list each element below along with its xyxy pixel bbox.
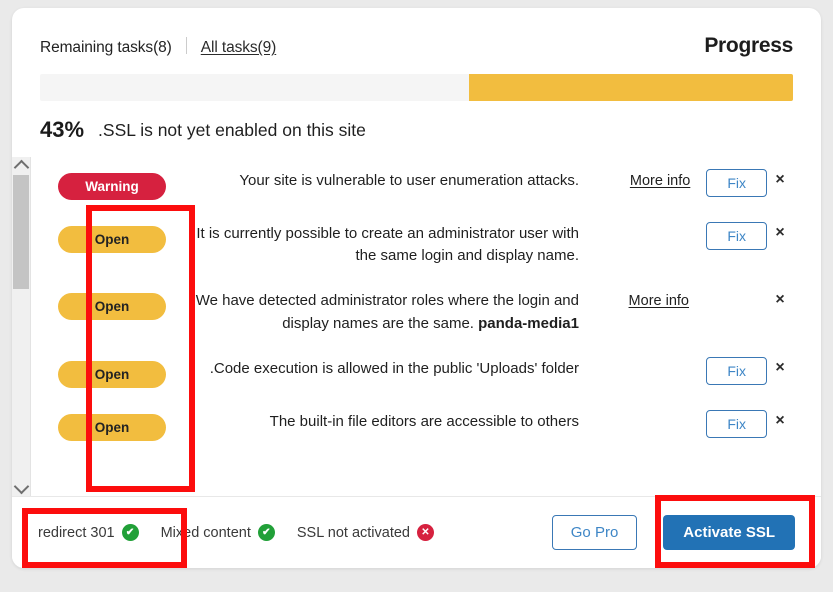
ssl-status-list: redirect 301 ✔ Mixed content ✔ SSL not activ… [38, 524, 434, 541]
check-circle-icon: ✔ [257, 524, 275, 541]
task-status-cell: Warning [49, 167, 175, 200]
task-actions: More info [595, 287, 767, 309]
status-badge[interactable]: Open [58, 360, 166, 388]
check-circle-icon: ✔ [121, 524, 139, 541]
dismiss-task-icon[interactable]: × [767, 220, 793, 242]
ssl-status-item: Mixed content ✔ [161, 524, 275, 541]
dismiss-task-icon[interactable]: × [767, 287, 793, 309]
card-footer: redirect 301 ✔ Mixed content ✔ SSL not activ… [12, 496, 821, 568]
status-badge[interactable]: Open [58, 226, 166, 253]
task-tabs: Remaining tasks(8) All tasks(9) [40, 35, 276, 57]
task-description: We have detected administrator roles whe… [195, 292, 579, 332]
task-description: Your site is vulnerable to user enumerat… [239, 172, 579, 189]
tab-divider [185, 37, 187, 54]
task-row: × More info We have detected administrator… [31, 277, 821, 344]
ssl-status-label: SSL not activated [296, 524, 410, 541]
fix-button[interactable]: Fix [706, 222, 767, 250]
task-list-scrollbar[interactable] [12, 157, 31, 496]
task-actions: Fix [595, 220, 767, 250]
card-header: Remaining tasks(8) All tasks(9) Progress [12, 8, 821, 58]
progress-bar-wrapper [12, 58, 821, 101]
status-badge[interactable]: Open [58, 413, 166, 441]
task-description: .Code execution is allowed in the public… [209, 359, 579, 377]
app-root: Remaining tasks(8) All tasks(9) Progress… [0, 0, 833, 592]
task-actions: Fix [595, 355, 767, 385]
fix-button[interactable]: Fix [706, 409, 767, 438]
progress-percent: 43% [40, 117, 85, 142]
tab-all-tasks[interactable]: All tasks(9) [201, 39, 277, 57]
cross-circle-icon: ✕ [416, 524, 434, 541]
more-info-link[interactable]: More info [629, 289, 689, 309]
ssl-status-label: Mixed content [160, 524, 251, 541]
tab-remaining-tasks[interactable]: Remaining tasks(8) [40, 39, 172, 57]
ssl-status-item: redirect 301 ✔ [38, 524, 139, 541]
dismiss-task-icon[interactable]: × [767, 355, 793, 377]
task-description: The built-in file editors are accessible… [269, 412, 579, 430]
task-description-highlight: panda-media1 [478, 314, 579, 332]
progress-fill [469, 74, 793, 101]
task-status-cell: Open [49, 220, 175, 253]
status-badge[interactable]: Open [58, 293, 166, 321]
scrollbar-thumb[interactable] [13, 175, 29, 289]
task-description: It is currently possible to create an ad… [196, 225, 579, 265]
progress-caption: .SSL is not yet enabled on this site 43% [12, 101, 821, 143]
ssl-status-label: redirect 301 [38, 524, 115, 541]
task-row: × Fix It is currently possible to create a… [31, 210, 821, 277]
task-row: × Fix .Code execution is allowed in the pu… [31, 345, 821, 398]
scroll-down-button[interactable] [12, 478, 30, 496]
progress-status-text: .SSL is not yet enabled on this site [98, 119, 366, 140]
progress-track [40, 74, 793, 101]
more-info-link[interactable]: More info [630, 169, 690, 189]
task-list-area: × More info Fix Your site is vulnerable to … [12, 157, 821, 496]
status-badge[interactable]: Warning [58, 173, 166, 200]
task-row: × More info Fix Your site is vulnerable to … [31, 157, 821, 210]
dismiss-task-icon[interactable]: × [767, 408, 793, 430]
dismiss-task-icon[interactable]: × [767, 167, 793, 189]
task-status-cell: Open [49, 355, 175, 388]
scroll-up-button[interactable] [12, 157, 30, 175]
task-row: × Fix The built-in file editors are access… [31, 398, 821, 451]
task-actions: More info Fix [595, 167, 767, 197]
go-pro-button[interactable]: Go Pro [551, 515, 638, 550]
page-title: Progress [704, 34, 793, 57]
activate-ssl-button[interactable]: Activate SSL [663, 515, 795, 550]
ssl-status-item: SSL not activated ✕ [297, 524, 434, 541]
chevron-down-icon [13, 478, 29, 494]
fix-button[interactable]: Fix [706, 169, 767, 197]
fix-button[interactable]: Fix [706, 356, 767, 385]
task-status-cell: Open [49, 287, 175, 321]
chevron-up-icon [13, 159, 29, 175]
footer-actions: Go Pro Activate SSL [551, 515, 795, 550]
task-status-cell: Open [49, 408, 175, 441]
progress-card: Remaining tasks(8) All tasks(9) Progress… [12, 8, 821, 568]
task-rows: × More info Fix Your site is vulnerable to … [31, 157, 821, 496]
task-actions: Fix [595, 408, 767, 438]
